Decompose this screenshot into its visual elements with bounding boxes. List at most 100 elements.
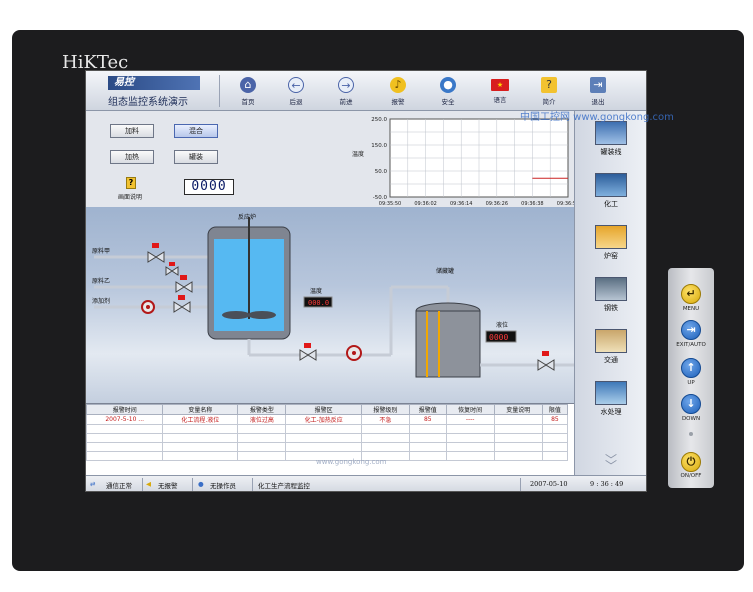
valve-feed-a-2[interactable] — [165, 262, 179, 276]
home-icon: ⌂ — [240, 77, 256, 93]
side-item-water-treatment[interactable]: 水处理 — [585, 381, 637, 429]
table-row: ......... — [86, 424, 569, 434]
status-led — [689, 432, 693, 436]
app-logo: 易控 — [108, 76, 200, 90]
side-item-label: 化工 — [604, 200, 618, 208]
key-label: DOWN — [681, 416, 701, 422]
reactor-text: 反应炉 — [238, 213, 256, 221]
storage-tank — [415, 310, 481, 378]
up-key[interactable]: ↑ — [681, 358, 701, 378]
trend-ylabel-text: 温度 — [352, 150, 364, 158]
down-arrow-icon: ↓ — [686, 397, 696, 410]
y-tick-label: 250.0 — [371, 117, 387, 123]
footer-watermark: www.gongkong.com — [316, 458, 387, 466]
feed-button[interactable]: 加料 — [110, 124, 154, 138]
help-label: 画面说明 — [118, 194, 143, 201]
table-cell: . — [285, 433, 362, 443]
nav-forward-button[interactable]: → 前进 — [326, 73, 366, 109]
nav-intro-button[interactable]: ? 简介 — [529, 73, 569, 109]
table-cell: ---- — [445, 414, 495, 425]
valve-outlet[interactable] — [537, 351, 555, 371]
pump-transfer[interactable] — [346, 345, 362, 361]
down-key[interactable]: ↓ — [681, 394, 701, 414]
key-label: MENU — [682, 306, 700, 312]
nav-back-button[interactable]: ← 后退 — [276, 73, 316, 109]
valve-feed-a[interactable] — [147, 243, 165, 263]
table-row[interactable]: 2007-5-10 ... 化工流程.液位 液位过高 化工-加热反应 不急 85… — [86, 414, 569, 425]
feed-a-label: 原料甲 — [92, 247, 110, 255]
nav-label: 语言 — [493, 96, 507, 104]
scroll-down-icon[interactable]: ﹀ ﹀ — [601, 454, 621, 472]
table-cell: . — [493, 442, 543, 452]
table-cell: . — [408, 433, 447, 443]
table-cell: . — [408, 442, 447, 452]
trend-chart: 温度 250.0150.050.0-50.009:35:50 09:36:02 09… — [352, 117, 574, 207]
col-header: 变量名称 — [162, 404, 239, 415]
temp-label: 温度 — [310, 287, 322, 295]
key-label: ON/OFF — [680, 473, 702, 479]
table-cell: . — [162, 442, 239, 452]
help-icon[interactable]: ? — [126, 177, 136, 189]
exit-auto-key[interactable]: ⇥ — [681, 320, 701, 340]
reactor-label: 反应炉 — [238, 213, 256, 221]
col-header: 报警级别 — [360, 404, 410, 415]
valve-additive[interactable] — [173, 295, 191, 313]
feed-b-text: 原料乙 — [92, 277, 110, 285]
table-cell: 化工-加热反应 — [285, 414, 362, 425]
side-item-steel[interactable]: 钢铁 — [585, 277, 637, 325]
side-item-label: 罐装线 — [600, 148, 622, 156]
table-cell: . — [285, 424, 362, 434]
side-item-traffic[interactable]: 交通 — [585, 329, 637, 377]
status-bar: ⇄ 通信正常 ◀ 无报警 ● 无操作员 化工生产流程监控 2007-05-10 … — [86, 475, 646, 491]
status-divider — [252, 478, 253, 491]
table-cell: . — [493, 424, 543, 434]
nav-label: 退出 — [591, 98, 605, 106]
side-item-chemical[interactable]: 化工 — [585, 173, 637, 221]
temperature-trend-panel: 温度 250.0 150.0 50.0 -50.0 09:35:50 09:36:02 09… — [292, 111, 574, 207]
status-divider — [192, 478, 193, 491]
table-cell: 液位过高 — [237, 414, 287, 425]
pump-additive[interactable] — [141, 300, 155, 314]
col-header: 变量说明 — [493, 404, 543, 415]
alarm-status: 无报警 — [158, 482, 178, 490]
status-divider — [520, 478, 521, 491]
menu-key[interactable]: ↵ — [681, 284, 701, 304]
col-header: 报警时间 — [86, 404, 164, 415]
valve-feed-b[interactable] — [175, 275, 193, 293]
agitator-blade — [248, 311, 276, 319]
col-header: 限值 — [541, 404, 569, 415]
temp-value: 000.0 — [308, 299, 329, 307]
nav-security-button[interactable]: ● 安全 — [428, 73, 468, 109]
fill-button[interactable]: 罐装 — [174, 150, 218, 164]
chemical-icon — [595, 173, 627, 197]
status-time: 9 : 36 : 49 — [590, 480, 624, 488]
status-divider — [142, 478, 143, 491]
side-item-bottling-line[interactable]: 罐装线 — [585, 121, 637, 169]
status-date: 2007-05-10 — [530, 480, 568, 488]
table-cell: . — [86, 442, 164, 452]
side-item-label: 交通 — [604, 356, 618, 364]
alarm-status-icon: ◀ — [146, 480, 151, 488]
nav-alarm-button[interactable]: ♪ 报警 — [378, 73, 418, 109]
traffic-icon — [595, 329, 627, 353]
col-header: 报警区 — [285, 404, 362, 415]
table-cell: . — [86, 424, 164, 434]
water-treatment-icon — [595, 381, 627, 405]
up-arrow-icon: ↑ — [686, 361, 696, 374]
nav-home-button[interactable]: ⌂ 首页 — [228, 73, 268, 109]
additive-text: 添加剂 — [92, 297, 110, 305]
alarm-grid: 报警时间 变量名称 报警类型 报警区 报警级别 报警值 恢复时间 变量说明 限值… — [86, 404, 569, 461]
mix-button[interactable]: 混合 — [174, 124, 218, 138]
valve-transfer[interactable] — [299, 343, 317, 361]
nav-label: 后退 — [289, 98, 303, 106]
side-item-kiln[interactable]: 炉窑 — [585, 225, 637, 273]
nav-language-button[interactable]: ★ 语言 — [480, 73, 520, 109]
heat-button[interactable]: 加热 — [110, 150, 154, 164]
power-key[interactable]: ⏻ — [681, 452, 701, 472]
steel-icon — [595, 277, 627, 301]
side-item-label: 炉窑 — [604, 252, 618, 260]
storage-label: 储藏罐 — [436, 267, 454, 275]
trend-grid: 250.0150.050.0-50.009:35:50 09:36:02 09:36… — [371, 117, 574, 207]
nav-exit-button[interactable]: ⇥ 退出 — [578, 73, 618, 109]
hardware-keypad: ↵ MENU ⇥ EXIT/AUTO ↑ UP ↓ DOWN ⏻ ON/OFF — [668, 268, 714, 488]
